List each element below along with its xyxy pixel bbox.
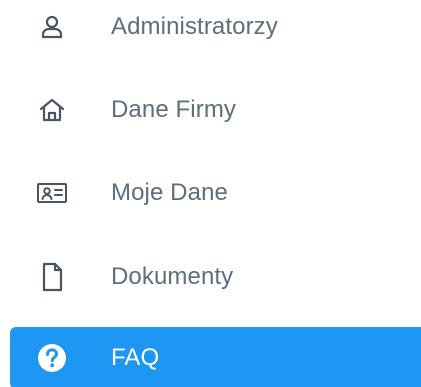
document-icon bbox=[36, 261, 68, 293]
sidebar-item-dane-firmy[interactable]: Dane Firmy bbox=[0, 80, 421, 140]
home-icon bbox=[36, 94, 68, 126]
sidebar-item-label: Administratorzy bbox=[111, 13, 278, 40]
sidebar-item-label: Dokumenty bbox=[111, 263, 234, 290]
sidebar-item-label: Moje Dane bbox=[111, 179, 228, 206]
sidebar-item-administratorzy[interactable]: Administratorzy bbox=[0, 0, 421, 57]
sidebar-menu: Administratorzy Dane Firmy Moje Dane Dok… bbox=[0, 0, 421, 387]
id-card-icon bbox=[36, 177, 68, 209]
sidebar-item-faq[interactable]: FAQ bbox=[10, 327, 421, 387]
sidebar-item-moje-dane[interactable]: Moje Dane bbox=[0, 163, 421, 223]
question-circle-icon bbox=[36, 342, 68, 374]
sidebar-item-label: FAQ bbox=[111, 344, 160, 371]
sidebar-item-label: Dane Firmy bbox=[111, 96, 237, 123]
user-icon bbox=[36, 11, 68, 43]
sidebar-item-dokumenty[interactable]: Dokumenty bbox=[0, 247, 421, 307]
